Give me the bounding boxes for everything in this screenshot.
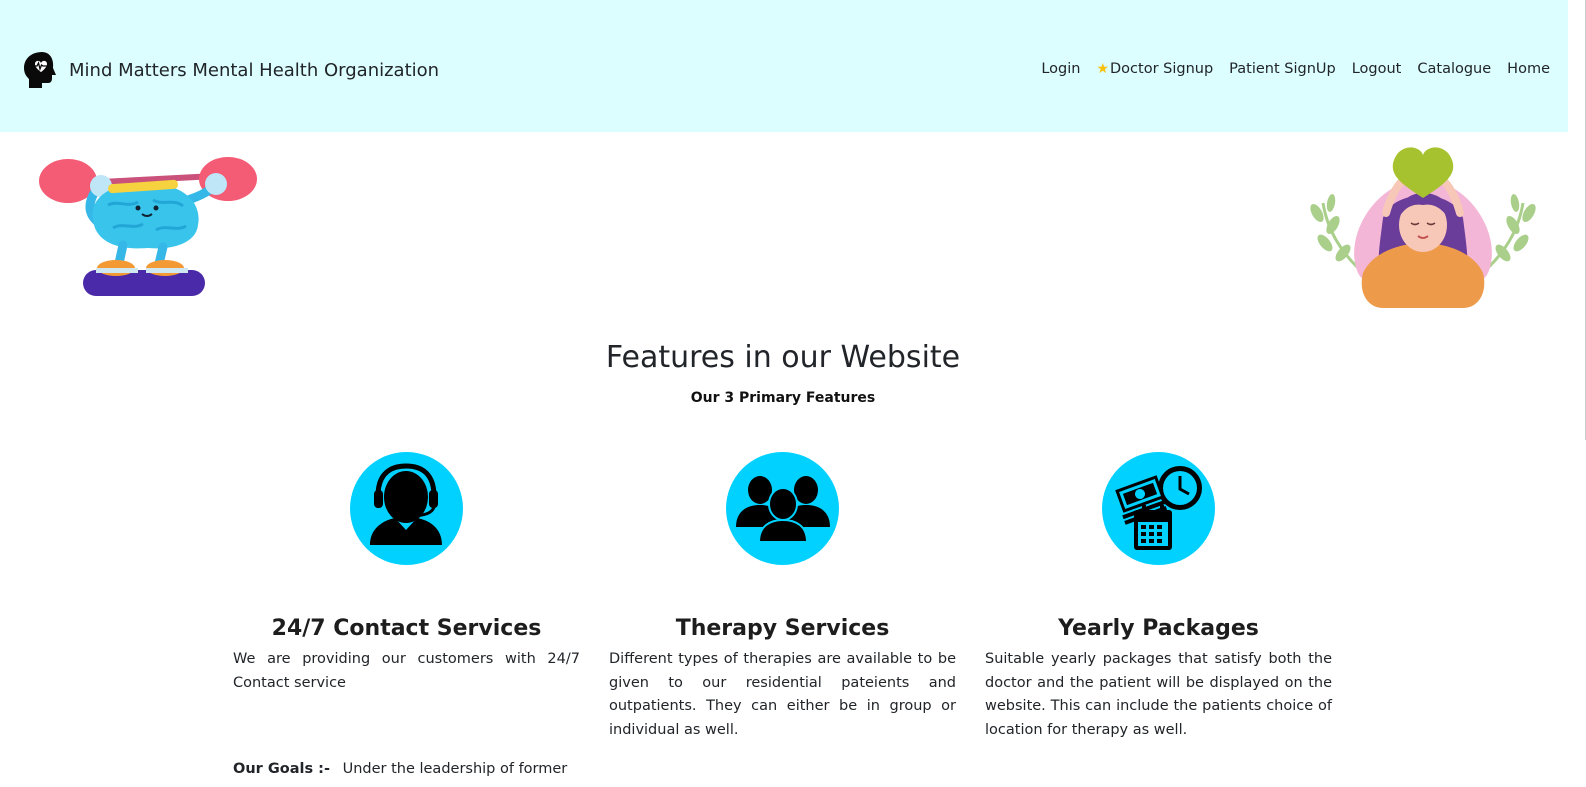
feature-icon-circle [350,452,463,565]
nav-login-link[interactable]: Login [1041,61,1080,77]
brand[interactable]: Mind Matters Mental Health Organization [22,50,439,90]
head-heart-icon [24,52,56,88]
top-navbar: Mind Matters Mental Health Organization … [0,0,1568,132]
nav-doctor-signup-label: Doctor Signup [1110,61,1214,77]
headset-support-icon [370,463,442,545]
feature-icon-circle [1102,452,1215,565]
nav-catalogue-link[interactable]: Catalogue [1417,61,1491,77]
feature-description: Different types of therapies are availab… [609,651,956,738]
nav-logout-link[interactable]: Logout [1352,61,1402,77]
brain-weightlifting-illustration [39,157,257,296]
scrollbar-track[interactable] [1568,0,1586,787]
woman-holding-heart-illustration [1310,147,1536,308]
goals-label: Our Goals :- [233,761,330,777]
star-icon: ★ [1096,61,1109,77]
features-heading: Features in our Website [605,340,961,375]
feature-title: Therapy Services [675,616,890,641]
nav-menu: Login ★ Doctor Signup Patient SignUp Logo… [1041,61,1550,77]
feature-card-therapy: Therapy Services Different types of ther… [609,452,956,742]
feature-description: Suitable yearly packages that satisfy bo… [985,651,1332,738]
feature-title: 24/7 Contact Services [271,616,542,641]
feature-title: Yearly Packages [1058,616,1259,641]
feature-icon-circle [726,452,839,565]
group-people-icon [736,476,830,543]
features-subheading: Our 3 Primary Features [690,390,876,406]
feature-card-packages: Yearly Packages Suitable yearly packages… [985,452,1332,742]
money-calendar-clock-icon [1115,466,1202,550]
nav-patient-signup-link[interactable]: Patient SignUp [1229,61,1336,77]
goals-text: Under the leadership of former [342,761,568,777]
nav-doctor-signup-link[interactable]: ★ Doctor Signup [1096,61,1213,77]
goals-paragraph: Our Goals :- Under the leadership of for… [233,758,580,782]
nav-home-link[interactable]: Home [1507,61,1550,77]
feature-description: We are providing our customers with 24/7… [233,651,580,691]
feature-card-contact: 24/7 Contact Services We are providing o… [233,452,580,695]
brand-name: Mind Matters Mental Health Organization [69,59,440,81]
